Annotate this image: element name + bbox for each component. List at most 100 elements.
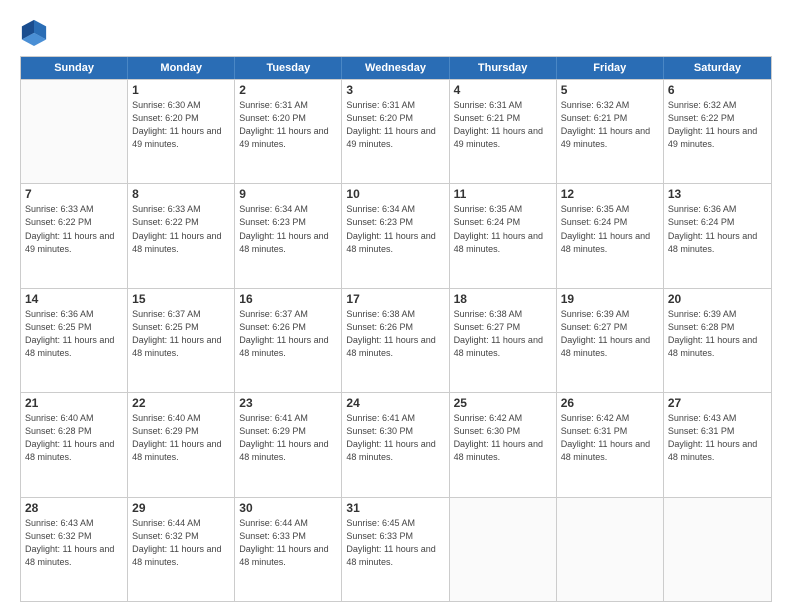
- day-cell-18: 18 Sunrise: 6:38 AMSunset: 6:27 PMDayligh…: [450, 289, 557, 392]
- day-info: Sunrise: 6:39 AMSunset: 6:27 PMDaylight:…: [561, 308, 659, 360]
- day-info: Sunrise: 6:33 AMSunset: 6:22 PMDaylight:…: [132, 203, 230, 255]
- day-number: 20: [668, 292, 767, 306]
- day-number: 1: [132, 83, 230, 97]
- day-info: Sunrise: 6:42 AMSunset: 6:30 PMDaylight:…: [454, 412, 552, 464]
- week-row-2: 7 Sunrise: 6:33 AMSunset: 6:22 PMDaylight…: [21, 183, 771, 287]
- day-cell-14: 14 Sunrise: 6:36 AMSunset: 6:25 PMDayligh…: [21, 289, 128, 392]
- day-cell-10: 10 Sunrise: 6:34 AMSunset: 6:23 PMDayligh…: [342, 184, 449, 287]
- empty-cell: [557, 498, 664, 601]
- day-cell-22: 22 Sunrise: 6:40 AMSunset: 6:29 PMDayligh…: [128, 393, 235, 496]
- day-number: 8: [132, 187, 230, 201]
- weekday-header-friday: Friday: [557, 57, 664, 79]
- day-cell-5: 5 Sunrise: 6:32 AMSunset: 6:21 PMDaylight…: [557, 80, 664, 183]
- day-cell-17: 17 Sunrise: 6:38 AMSunset: 6:26 PMDayligh…: [342, 289, 449, 392]
- week-row-3: 14 Sunrise: 6:36 AMSunset: 6:25 PMDayligh…: [21, 288, 771, 392]
- day-info: Sunrise: 6:43 AMSunset: 6:32 PMDaylight:…: [25, 517, 123, 569]
- day-number: 11: [454, 187, 552, 201]
- empty-cell: [450, 498, 557, 601]
- day-info: Sunrise: 6:45 AMSunset: 6:33 PMDaylight:…: [346, 517, 444, 569]
- day-cell-26: 26Sunrise: 6:42 AMSunset: 6:31 PMDayligh…: [557, 393, 664, 496]
- day-number: 16: [239, 292, 337, 306]
- empty-cell: [21, 80, 128, 183]
- day-cell-23: 23Sunrise: 6:41 AMSunset: 6:29 PMDayligh…: [235, 393, 342, 496]
- day-cell-8: 8 Sunrise: 6:33 AMSunset: 6:22 PMDaylight…: [128, 184, 235, 287]
- day-cell-19: 19 Sunrise: 6:39 AMSunset: 6:27 PMDayligh…: [557, 289, 664, 392]
- day-cell-25: 25 Sunrise: 6:42 AMSunset: 6:30 PMDayligh…: [450, 393, 557, 496]
- day-info: Sunrise: 6:40 AMSunset: 6:29 PMDaylight:…: [132, 412, 230, 464]
- day-info: Sunrise: 6:30 AMSunset: 6:20 PMDaylight:…: [132, 99, 230, 151]
- day-info: Sunrise: 6:38 AMSunset: 6:26 PMDaylight:…: [346, 308, 444, 360]
- day-number: 25: [454, 396, 552, 410]
- day-info: Sunrise: 6:35 AMSunset: 6:24 PMDaylight:…: [561, 203, 659, 255]
- day-info: Sunrise: 6:34 AMSunset: 6:23 PMDaylight:…: [239, 203, 337, 255]
- day-cell-3: 3Sunrise: 6:31 AMSunset: 6:20 PMDaylight…: [342, 80, 449, 183]
- empty-cell: [664, 498, 771, 601]
- day-cell-27: 27 Sunrise: 6:43 AMSunset: 6:31 PMDayligh…: [664, 393, 771, 496]
- day-info: Sunrise: 6:31 AMSunset: 6:20 PMDaylight:…: [239, 99, 337, 151]
- day-cell-4: 4 Sunrise: 6:31 AMSunset: 6:21 PMDaylight…: [450, 80, 557, 183]
- day-number: 30: [239, 501, 337, 515]
- weekday-header-thursday: Thursday: [450, 57, 557, 79]
- day-info: Sunrise: 6:37 AMSunset: 6:26 PMDaylight:…: [239, 308, 337, 360]
- day-info: Sunrise: 6:36 AMSunset: 6:24 PMDaylight:…: [668, 203, 767, 255]
- day-cell-1: 1 Sunrise: 6:30 AMSunset: 6:20 PMDaylight…: [128, 80, 235, 183]
- day-cell-24: 24 Sunrise: 6:41 AMSunset: 6:30 PMDayligh…: [342, 393, 449, 496]
- day-cell-9: 9 Sunrise: 6:34 AMSunset: 6:23 PMDaylight…: [235, 184, 342, 287]
- day-info: Sunrise: 6:36 AMSunset: 6:25 PMDaylight:…: [25, 308, 123, 360]
- day-info: Sunrise: 6:32 AMSunset: 6:21 PMDaylight:…: [561, 99, 659, 151]
- day-info: Sunrise: 6:41 AMSunset: 6:29 PMDaylight:…: [239, 412, 337, 464]
- day-number: 18: [454, 292, 552, 306]
- day-cell-21: 21 Sunrise: 6:40 AMSunset: 6:28 PMDayligh…: [21, 393, 128, 496]
- day-number: 29: [132, 501, 230, 515]
- day-cell-30: 30 Sunrise: 6:44 AMSunset: 6:33 PMDayligh…: [235, 498, 342, 601]
- day-number: 12: [561, 187, 659, 201]
- day-cell-13: 13 Sunrise: 6:36 AMSunset: 6:24 PMDayligh…: [664, 184, 771, 287]
- week-row-5: 28 Sunrise: 6:43 AMSunset: 6:32 PMDayligh…: [21, 497, 771, 601]
- day-cell-31: 31Sunrise: 6:45 AMSunset: 6:33 PMDayligh…: [342, 498, 449, 601]
- logo: [20, 18, 52, 46]
- week-row-4: 21 Sunrise: 6:40 AMSunset: 6:28 PMDayligh…: [21, 392, 771, 496]
- day-info: Sunrise: 6:40 AMSunset: 6:28 PMDaylight:…: [25, 412, 123, 464]
- day-number: 5: [561, 83, 659, 97]
- day-info: Sunrise: 6:38 AMSunset: 6:27 PMDaylight:…: [454, 308, 552, 360]
- day-number: 15: [132, 292, 230, 306]
- day-number: 28: [25, 501, 123, 515]
- calendar-body: 1 Sunrise: 6:30 AMSunset: 6:20 PMDaylight…: [21, 79, 771, 601]
- day-number: 13: [668, 187, 767, 201]
- day-number: 21: [25, 396, 123, 410]
- weekday-header-wednesday: Wednesday: [342, 57, 449, 79]
- day-number: 17: [346, 292, 444, 306]
- day-cell-6: 6Sunrise: 6:32 AMSunset: 6:22 PMDaylight…: [664, 80, 771, 183]
- day-info: Sunrise: 6:34 AMSunset: 6:23 PMDaylight:…: [346, 203, 444, 255]
- header: [20, 18, 772, 46]
- weekday-header-saturday: Saturday: [664, 57, 771, 79]
- day-cell-16: 16 Sunrise: 6:37 AMSunset: 6:26 PMDayligh…: [235, 289, 342, 392]
- day-number: 7: [25, 187, 123, 201]
- weekday-header-tuesday: Tuesday: [235, 57, 342, 79]
- day-cell-7: 7 Sunrise: 6:33 AMSunset: 6:22 PMDaylight…: [21, 184, 128, 287]
- day-number: 4: [454, 83, 552, 97]
- day-number: 27: [668, 396, 767, 410]
- calendar-header: SundayMondayTuesdayWednesdayThursdayFrid…: [21, 57, 771, 79]
- weekday-header-monday: Monday: [128, 57, 235, 79]
- day-number: 26: [561, 396, 659, 410]
- day-info: Sunrise: 6:43 AMSunset: 6:31 PMDaylight:…: [668, 412, 767, 464]
- day-number: 19: [561, 292, 659, 306]
- day-number: 2: [239, 83, 337, 97]
- day-number: 9: [239, 187, 337, 201]
- day-number: 14: [25, 292, 123, 306]
- day-number: 22: [132, 396, 230, 410]
- day-number: 24: [346, 396, 444, 410]
- day-number: 10: [346, 187, 444, 201]
- day-info: Sunrise: 6:37 AMSunset: 6:25 PMDaylight:…: [132, 308, 230, 360]
- day-cell-11: 11 Sunrise: 6:35 AMSunset: 6:24 PMDayligh…: [450, 184, 557, 287]
- day-info: Sunrise: 6:32 AMSunset: 6:22 PMDaylight:…: [668, 99, 767, 151]
- day-cell-2: 2 Sunrise: 6:31 AMSunset: 6:20 PMDaylight…: [235, 80, 342, 183]
- day-info: Sunrise: 6:33 AMSunset: 6:22 PMDaylight:…: [25, 203, 123, 255]
- day-info: Sunrise: 6:31 AMSunset: 6:20 PMDaylight:…: [346, 99, 444, 151]
- day-info: Sunrise: 6:44 AMSunset: 6:33 PMDaylight:…: [239, 517, 337, 569]
- day-cell-12: 12 Sunrise: 6:35 AMSunset: 6:24 PMDayligh…: [557, 184, 664, 287]
- day-info: Sunrise: 6:31 AMSunset: 6:21 PMDaylight:…: [454, 99, 552, 151]
- day-info: Sunrise: 6:35 AMSunset: 6:24 PMDaylight:…: [454, 203, 552, 255]
- day-info: Sunrise: 6:41 AMSunset: 6:30 PMDaylight:…: [346, 412, 444, 464]
